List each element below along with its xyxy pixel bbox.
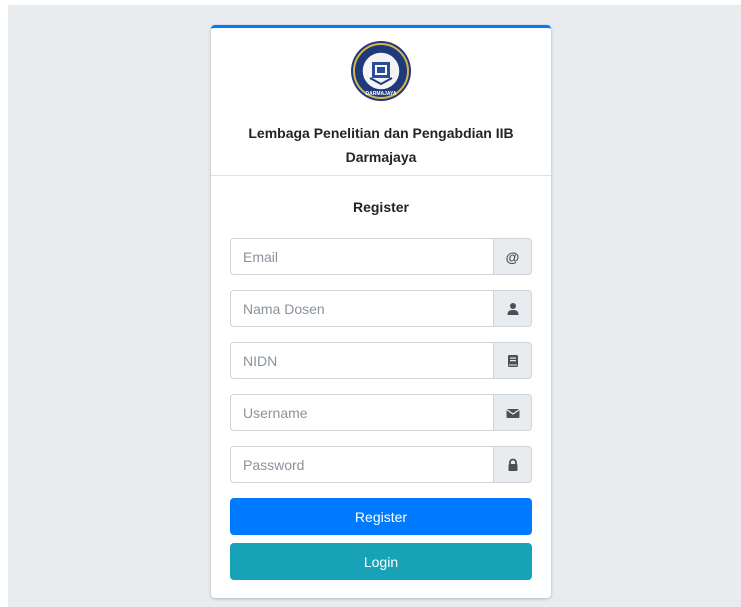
lock-icon bbox=[493, 446, 532, 483]
password-input[interactable] bbox=[230, 446, 493, 483]
user-icon bbox=[493, 290, 532, 327]
nama-dosen-input[interactable] bbox=[230, 290, 493, 327]
nidn-input-group bbox=[230, 342, 532, 379]
register-button[interactable]: Register bbox=[230, 498, 532, 535]
darmajaya-seal-icon: DARMAJAYA bbox=[351, 41, 411, 101]
card-header: DARMAJAYA Lembaga Penelitian dan Pengabd… bbox=[211, 28, 551, 176]
username-input-group bbox=[230, 394, 532, 431]
username-input[interactable] bbox=[230, 394, 493, 431]
envelope-icon bbox=[493, 394, 532, 431]
book-icon bbox=[493, 342, 532, 379]
login-button[interactable]: Login bbox=[230, 543, 532, 580]
at-icon: @ bbox=[493, 238, 532, 275]
header-title: Lembaga Penelitian dan Pengabdian IIB Da… bbox=[248, 125, 514, 165]
password-input-group bbox=[230, 446, 532, 483]
register-card: DARMAJAYA Lembaga Penelitian dan Pengabd… bbox=[211, 25, 551, 598]
email-input[interactable] bbox=[230, 238, 493, 275]
at-icon-glyph: @ bbox=[505, 248, 520, 265]
nidn-input[interactable] bbox=[230, 342, 493, 379]
logo-text: DARMAJAYA bbox=[365, 91, 396, 97]
nama-dosen-input-group bbox=[230, 290, 532, 327]
email-input-group: @ bbox=[230, 238, 532, 275]
form-title: Register bbox=[352, 199, 410, 215]
